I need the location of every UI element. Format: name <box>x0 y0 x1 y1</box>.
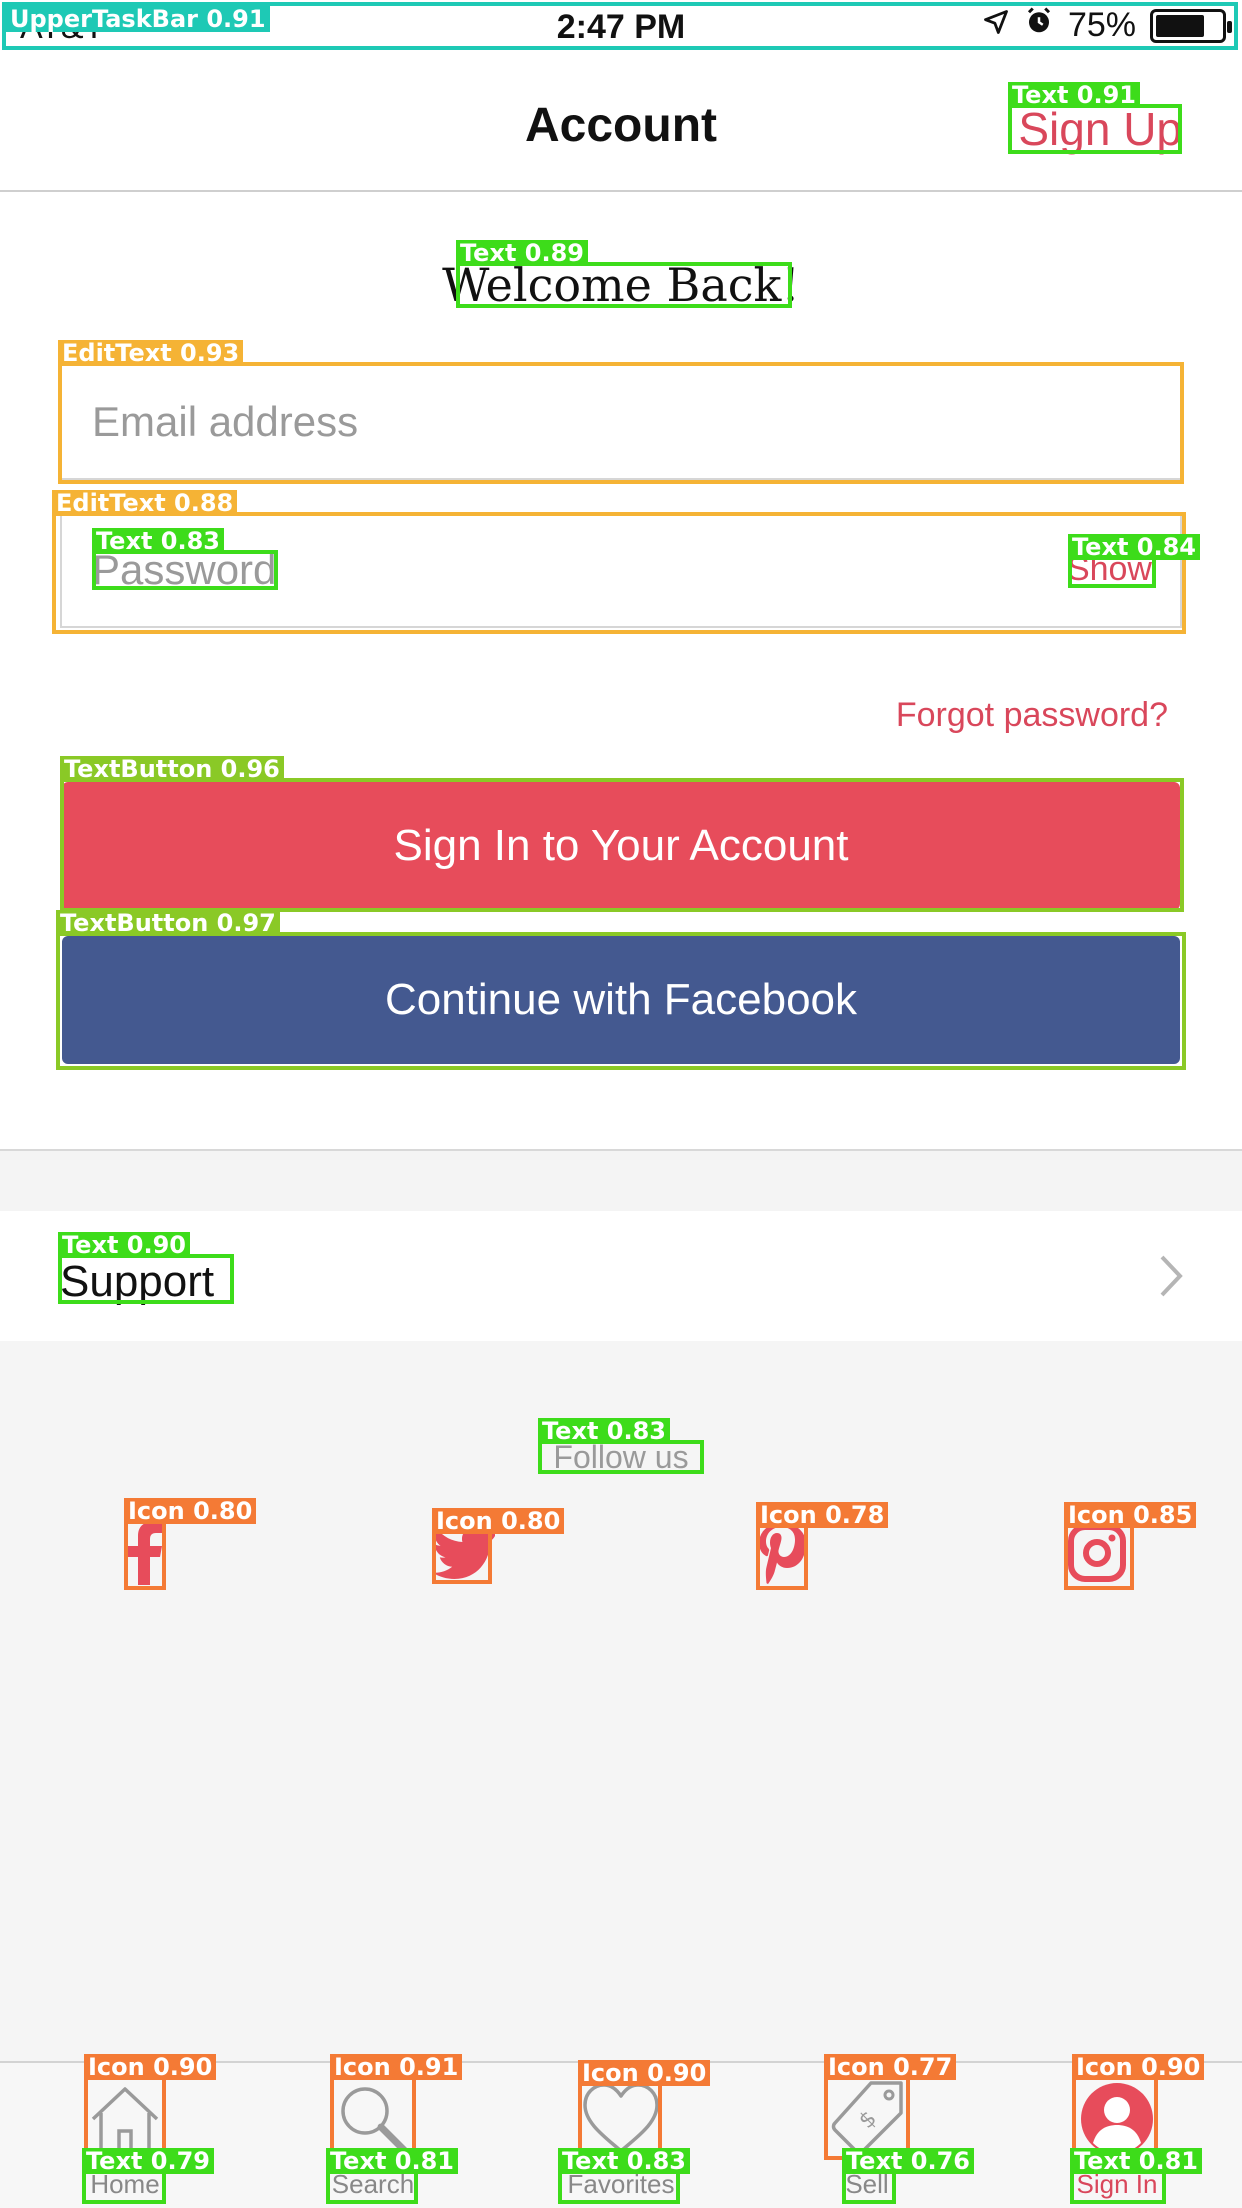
follow-us-label: Follow us <box>553 1439 689 1475</box>
facebook-button[interactable]: Continue with Facebook <box>62 936 1180 1064</box>
follow-section: Follow us <box>0 1341 1242 2061</box>
tag-icon: $ <box>825 2077 909 2161</box>
tab-label: Sign In <box>1076 2169 1158 2199</box>
tab-label: Favorites <box>567 2169 675 2199</box>
alarm-icon <box>1024 6 1054 45</box>
password-input[interactable] <box>62 514 1180 626</box>
tab-home[interactable]: Home <box>60 2077 190 2200</box>
app-header: Account Sign Up <box>0 52 1242 192</box>
battery-percent: 75% <box>1067 6 1136 44</box>
tab-search[interactable]: Search <box>308 2077 438 2200</box>
location-icon <box>982 6 1010 45</box>
tab-sell[interactable]: $ Sell <box>802 2077 932 2200</box>
annotation-label: TextButton 0.97 <box>56 910 280 936</box>
show-password-toggle[interactable]: Show <box>1067 550 1152 589</box>
pinterest-icon[interactable] <box>750 1521 814 1585</box>
twitter-icon[interactable] <box>430 1521 500 1585</box>
svg-text:$: $ <box>854 2106 882 2134</box>
instagram-icon[interactable] <box>1065 1521 1129 1585</box>
annotation-label: TextButton 0.96 <box>60 756 284 782</box>
bottom-tab-bar: Home Search Favorites $ Sell Sign In <box>0 2061 1242 2208</box>
section-separator <box>0 1151 1242 1211</box>
sign-in-button[interactable]: Sign In to Your Account <box>62 782 1180 910</box>
email-field[interactable] <box>60 364 1182 480</box>
heart-icon <box>579 2077 663 2161</box>
support-label: Support <box>60 1257 215 1306</box>
annotation-label: EditText 0.93 <box>58 340 244 366</box>
home-icon <box>83 2077 167 2161</box>
tab-label: Sell <box>845 2169 889 2199</box>
welcome-heading: Welcome Back! <box>442 258 800 312</box>
support-row[interactable]: Support <box>0 1211 1242 1341</box>
email-input[interactable] <box>62 366 1180 478</box>
tab-label: Search <box>331 2169 415 2199</box>
tab-sign-in[interactable]: Sign In <box>1052 2077 1182 2200</box>
battery-icon <box>1150 8 1232 43</box>
chevron-right-icon <box>1156 1251 1186 1314</box>
tab-label: Home <box>90 2169 160 2199</box>
sign-up-link[interactable]: Sign Up <box>1018 102 1182 156</box>
status-indicators: 75% <box>982 6 1232 45</box>
battery-fill <box>1156 14 1204 37</box>
user-icon <box>1075 2077 1159 2161</box>
facebook-icon[interactable] <box>112 1521 176 1585</box>
status-bar: AT&T 2:47 PM 75% <box>0 0 1242 52</box>
password-field[interactable]: Show <box>60 512 1182 628</box>
search-icon <box>331 2077 415 2161</box>
forgot-password-link[interactable]: Forgot password? <box>896 696 1168 735</box>
tab-favorites[interactable]: Favorites <box>556 2077 686 2200</box>
